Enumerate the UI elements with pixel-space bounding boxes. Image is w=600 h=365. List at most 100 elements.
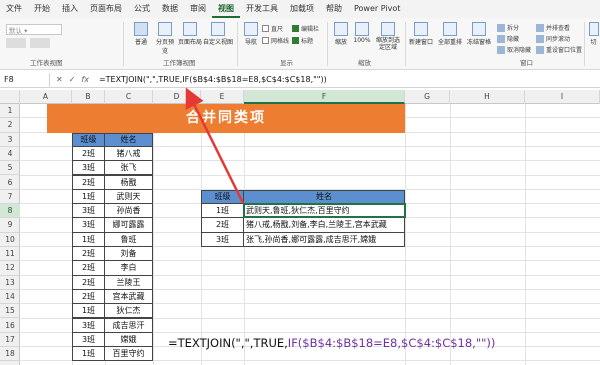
column-header[interactable]: H <box>450 90 525 104</box>
menu-item[interactable]: 帮助 <box>320 0 348 18</box>
zoom-button[interactable]: 缩放 <box>332 22 350 46</box>
formula-input[interactable]: =TEXTJOIN(",",TRUE,IF($B$4:$B$18=E8,$C$4… <box>95 75 327 84</box>
table-header-cell[interactable]: 班级 <box>201 189 244 205</box>
fx-icon[interactable]: fx <box>81 75 89 84</box>
table-cell[interactable]: 2班 <box>72 174 105 190</box>
column-header[interactable]: B <box>72 90 105 104</box>
table-cell[interactable]: 成吉思汗 <box>104 317 153 333</box>
table-cell[interactable]: 1班 <box>72 188 105 205</box>
gridlines-checkbox[interactable]: 网格线 <box>262 36 289 45</box>
row-header[interactable]: 15 <box>0 304 20 319</box>
table-cell[interactable]: 宫本武藏 <box>104 288 153 305</box>
row-header[interactable]: 11 <box>0 247 20 262</box>
formula-bar-checkbox[interactable]: 编辑栏 <box>292 24 319 33</box>
row-header[interactable]: 5 <box>0 161 20 176</box>
column-header[interactable]: D <box>153 90 201 104</box>
menu-item[interactable]: 数据 <box>156 0 184 18</box>
menu-item[interactable]: 插入 <box>56 0 84 18</box>
table-header-cell[interactable]: 姓名 <box>243 189 405 205</box>
table-cell[interactable]: 杨戬 <box>104 174 153 190</box>
enter-icon[interactable]: ✓ <box>69 75 76 84</box>
row-header[interactable]: 12 <box>0 261 20 276</box>
sheet-view-keep-icon[interactable] <box>6 38 26 48</box>
table-cell[interactable]: 3班 <box>72 331 105 348</box>
table-cell[interactable]: 1班 <box>72 303 105 319</box>
cancel-icon[interactable]: ✕ <box>56 75 63 84</box>
table-cell[interactable]: 兰陵王 <box>104 274 153 290</box>
row-header[interactable]: 1 <box>0 104 20 119</box>
table-cell[interactable]: 猪八戒 <box>104 145 153 162</box>
new-window-button[interactable]: 新建窗口 <box>407 22 435 46</box>
menu-item[interactable]: Power Pivot <box>348 0 406 18</box>
table-cell[interactable]: 武则天 <box>104 188 153 205</box>
headings-checkbox[interactable]: 标题 <box>292 36 313 45</box>
menu-item[interactable]: 审阅 <box>184 0 212 18</box>
page-break-preview-button[interactable]: 分页预览 <box>154 22 176 55</box>
normal-view-button[interactable]: 普通 <box>130 22 152 46</box>
table-cell[interactable]: 1班 <box>201 203 244 219</box>
table-cell[interactable]: 嫦娥 <box>104 331 153 348</box>
row-header[interactable]: 14 <box>0 290 20 305</box>
menu-item[interactable]: 开发工具 <box>240 0 284 18</box>
table-cell[interactable]: 孙尚香 <box>104 203 153 219</box>
column-header[interactable]: G <box>405 90 450 104</box>
table-cell[interactable]: 2班 <box>72 246 105 262</box>
table-header-cell[interactable]: 班级 <box>72 132 105 147</box>
select-all-corner[interactable] <box>0 90 20 104</box>
column-header[interactable]: C <box>105 90 153 104</box>
table-cell[interactable]: 刘备 <box>104 246 153 262</box>
row-header[interactable]: 4 <box>0 147 20 162</box>
sheet-view-exit-icon[interactable] <box>30 38 50 48</box>
menu-item[interactable]: 开始 <box>28 0 56 18</box>
table-cell[interactable]: 3班 <box>201 231 244 247</box>
page-layout-button[interactable]: 页面布局 <box>176 22 204 46</box>
title-banner[interactable]: 合并同类项 <box>47 104 405 133</box>
table-cell[interactable]: 1班 <box>72 231 105 247</box>
custom-views-button[interactable]: 自定义视图 <box>202 22 234 46</box>
row-header[interactable]: 16 <box>0 319 20 333</box>
table-cell[interactable]: 李白 <box>104 260 153 276</box>
table-cell[interactable]: 张飞 <box>104 160 153 176</box>
table-header-cell[interactable]: 姓名 <box>104 132 153 147</box>
menu-item[interactable]: 公式 <box>128 0 156 18</box>
table-cell[interactable]: 2班 <box>72 288 105 305</box>
row-header[interactable]: 7 <box>0 190 20 205</box>
table-cell[interactable]: 张飞,孙尚香,娜可露露,成吉思汗,嫦娥 <box>243 231 405 247</box>
table-cell[interactable]: 1班 <box>72 346 105 362</box>
split-button[interactable]: 拆分 <box>497 23 519 32</box>
table-cell[interactable]: 2班 <box>72 145 105 162</box>
table-cell[interactable]: 鲁班 <box>104 231 153 247</box>
reset-position-button[interactable]: 重设窗口位置 <box>536 45 582 54</box>
table-cell[interactable]: 3班 <box>72 317 105 333</box>
menu-item[interactable]: 文件 <box>0 0 28 18</box>
table-cell[interactable]: 百里守约 <box>104 346 153 362</box>
switch-windows-button[interactable]: 切 <box>587 22 600 46</box>
table-cell[interactable]: 2班 <box>72 260 105 276</box>
sync-scroll-button[interactable]: 同步滚动 <box>536 34 570 43</box>
hide-button[interactable]: 隐藏 <box>497 34 519 43</box>
table-cell[interactable]: 2班 <box>72 274 105 290</box>
row-header[interactable]: 8 <box>0 204 20 219</box>
menu-item[interactable]: 加载项 <box>284 0 320 18</box>
table-cell[interactable]: 2班 <box>201 217 244 233</box>
row-header[interactable]: 9 <box>0 218 20 233</box>
column-header[interactable]: I <box>525 90 600 104</box>
arrange-all-button[interactable]: 全部重排 <box>436 22 464 46</box>
name-box[interactable]: F8 <box>0 72 50 87</box>
table-cell[interactable]: 狄仁杰 <box>104 303 153 319</box>
table-cell[interactable]: 3班 <box>72 217 105 233</box>
row-header[interactable]: 3 <box>0 133 20 147</box>
row-header[interactable]: 2 <box>0 118 20 133</box>
unhide-button[interactable]: 取消隐藏 <box>497 45 531 54</box>
column-header[interactable]: F <box>244 90 405 104</box>
row-header[interactable]: 17 <box>0 333 20 348</box>
row-header[interactable]: 10 <box>0 233 20 247</box>
row-header[interactable]: 13 <box>0 276 20 290</box>
freeze-panes-button[interactable]: 冻结窗格 <box>465 22 493 46</box>
navigation-button[interactable]: 导航 <box>242 22 260 46</box>
menu-item[interactable]: 页面布局 <box>84 0 128 18</box>
ruler-checkbox[interactable]: 直尺 <box>262 24 283 33</box>
table-cell[interactable]: 3班 <box>72 203 105 219</box>
column-header[interactable]: E <box>201 90 244 104</box>
table-cell[interactable]: 3班 <box>72 160 105 176</box>
